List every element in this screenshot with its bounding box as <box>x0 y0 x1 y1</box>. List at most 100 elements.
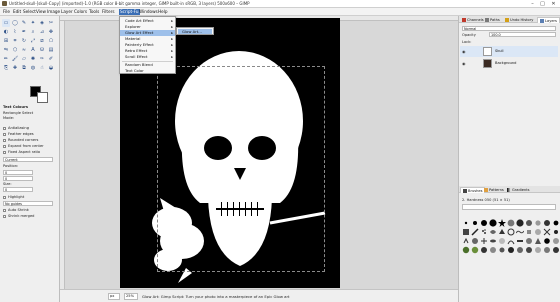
autoshrink-checkbox[interactable] <box>3 209 6 212</box>
perspective-clone-icon[interactable]: ⧉ <box>20 64 28 72</box>
menu-help[interactable]: Help <box>157 9 169 15</box>
feather-checkbox[interactable] <box>3 133 6 136</box>
visibility-eye-icon[interactable]: ◉ <box>462 61 466 66</box>
brush-swatch[interactable] <box>552 219 560 227</box>
brush-swatch[interactable] <box>480 237 488 245</box>
size-w-field[interactable]: 0 <box>3 187 33 192</box>
clone-icon[interactable]: ⎘ <box>2 64 10 72</box>
fixed-dropdown[interactable]: Current <box>3 157 53 162</box>
brush-swatch[interactable] <box>516 219 524 227</box>
warp-icon[interactable]: ≈ <box>20 46 28 54</box>
brush-swatch[interactable] <box>498 246 506 254</box>
zoom-icon[interactable]: ⌕ <box>29 28 37 36</box>
guides-dropdown[interactable]: No guides <box>3 201 53 206</box>
pencil-icon[interactable]: ✏ <box>2 55 10 63</box>
brush-swatch[interactable] <box>471 237 479 245</box>
menu-image[interactable]: Image <box>46 9 61 15</box>
airbrush-icon[interactable]: ✺ <box>29 55 37 63</box>
brush-swatch[interactable] <box>471 219 479 227</box>
tab-gradients[interactable]: Gradients <box>505 187 532 193</box>
menu-item-scroll[interactable]: Scroll Effect ▸ <box>120 54 175 60</box>
brush-swatch[interactable] <box>525 219 533 227</box>
brush-swatch[interactable] <box>543 237 551 245</box>
menu-file[interactable]: File <box>2 9 11 15</box>
brush-swatch[interactable] <box>498 228 506 236</box>
brush-swatch[interactable] <box>489 219 497 227</box>
bucket-fill-icon[interactable]: ⛁ <box>38 46 46 54</box>
menu-colors[interactable]: Colors <box>73 9 88 15</box>
flip-icon[interactable]: ⇋ <box>2 46 10 54</box>
brush-swatch[interactable] <box>462 246 470 254</box>
shear-icon[interactable]: ⧄ <box>38 37 46 45</box>
unit-selector[interactable]: px <box>108 293 120 300</box>
brush-swatch[interactable] <box>480 219 488 227</box>
position-y-field[interactable]: 0 <box>3 176 33 181</box>
menu-tools[interactable]: Tools <box>88 9 100 15</box>
brush-swatch[interactable] <box>534 237 542 245</box>
brush-swatch[interactable] <box>462 228 470 236</box>
fixed-checkbox[interactable] <box>3 151 6 154</box>
rect-select-icon[interactable]: ▭ <box>2 19 10 27</box>
brush-swatch[interactable] <box>543 228 551 236</box>
brush-swatch[interactable] <box>534 246 542 254</box>
brush-swatch[interactable] <box>516 246 524 254</box>
paths-icon[interactable]: ⌇ <box>11 28 19 36</box>
brush-swatch[interactable] <box>534 219 542 227</box>
fuzzy-select-icon[interactable]: ✦ <box>29 19 37 27</box>
menu-edit[interactable]: Edit <box>12 9 22 15</box>
maximize-button[interactable]: □ <box>538 1 547 7</box>
brush-swatch[interactable] <box>480 246 488 254</box>
menu-windows[interactable]: Windows <box>138 9 159 15</box>
tab-patterns[interactable]: Patterns <box>482 187 506 193</box>
layer-row[interactable]: ◉ Background <box>460 58 558 69</box>
tab-undo-history[interactable]: Undo History <box>503 17 535 23</box>
color-picker-icon[interactable]: ✒ <box>20 28 28 36</box>
brush-swatch[interactable] <box>507 237 515 245</box>
brush-swatch[interactable] <box>543 219 551 227</box>
align-icon[interactable]: ⊞ <box>2 37 10 45</box>
brush-swatch[interactable] <box>498 219 506 227</box>
ellipse-select-icon[interactable]: ◯ <box>11 19 19 27</box>
brush-swatch[interactable] <box>507 228 515 236</box>
menu-script-fu[interactable]: Script-Fu <box>119 9 140 15</box>
brush-swatch[interactable] <box>489 228 497 236</box>
cage-icon[interactable]: ⬡ <box>11 46 19 54</box>
scale-icon[interactable]: ⤢ <box>29 37 37 45</box>
tab-channels[interactable]: Channels <box>460 17 486 23</box>
position-x-field[interactable]: 0 <box>3 170 33 175</box>
visibility-eye-icon[interactable]: ◉ <box>462 49 466 54</box>
highlight-checkbox[interactable] <box>3 196 6 199</box>
gradient-icon[interactable]: ▤ <box>47 46 55 54</box>
tab-paths[interactable]: Paths <box>483 17 502 23</box>
menu-filters[interactable]: Filters <box>101 9 116 15</box>
tab-layers[interactable]: Layers <box>537 17 560 23</box>
scissors-icon[interactable]: ✂ <box>47 19 55 27</box>
brush-filter-field[interactable] <box>462 204 556 210</box>
brush-swatch[interactable] <box>480 228 488 236</box>
rounded-checkbox[interactable] <box>3 139 6 142</box>
brush-swatch[interactable] <box>552 237 560 245</box>
dodge-burn-icon[interactable]: ◒ <box>47 64 55 72</box>
foreground-select-icon[interactable]: ◐ <box>2 28 10 36</box>
brush-swatch[interactable] <box>552 246 560 254</box>
measure-icon[interactable]: ⊿ <box>38 28 46 36</box>
brush-swatch[interactable] <box>507 219 515 227</box>
perspective-icon[interactable]: ⬠ <box>47 37 55 45</box>
blur-icon[interactable]: ◍ <box>29 64 37 72</box>
close-button[interactable]: ✕ <box>549 1 558 7</box>
brush-swatch[interactable] <box>525 237 533 245</box>
brush-swatch[interactable] <box>534 228 542 236</box>
ink-icon[interactable]: ✑ <box>38 55 46 63</box>
layer-mode-dropdown[interactable]: Normal <box>462 26 556 31</box>
heal-icon[interactable]: ✚ <box>11 64 19 72</box>
brush-swatch[interactable] <box>498 237 506 245</box>
brush-swatch[interactable] <box>525 228 533 236</box>
minimize-button[interactable]: – <box>528 1 537 7</box>
crop-icon[interactable]: ⌗ <box>11 37 19 45</box>
opacity-field[interactable]: 100.0 <box>489 32 556 37</box>
shrink-merged-checkbox[interactable] <box>3 215 6 218</box>
expand-checkbox[interactable] <box>3 145 6 148</box>
text-icon[interactable]: A <box>29 46 37 54</box>
brush-swatch[interactable] <box>471 246 479 254</box>
brush-swatch[interactable] <box>516 237 524 245</box>
